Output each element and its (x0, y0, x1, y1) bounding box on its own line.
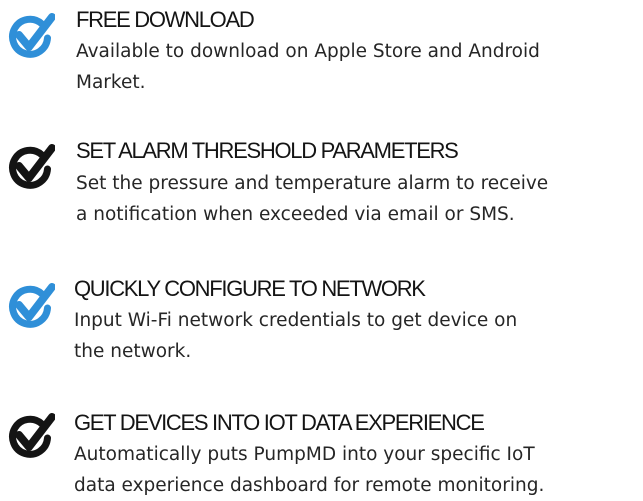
feature-title: QUICKLY CONFIGURE TO NETWORK (74, 276, 426, 301)
feature-title: GET DEVICES INTO IOT DATA EXPERIENCE (74, 410, 485, 435)
feature-description: Input Wi-Fi network credentials to get d… (74, 310, 518, 362)
check-circle-icon (7, 12, 55, 60)
feature-description: Automatically puts PumpMD into your spec… (74, 444, 545, 496)
feature-description: Available to download on Apple Store and… (76, 41, 540, 93)
feature-title: SET ALARM THRESHOLD PARAMETERS (76, 138, 459, 163)
check-circle-icon (7, 282, 55, 330)
check-circle-icon (7, 412, 55, 460)
feature-title: FREE DOWNLOAD (76, 7, 255, 32)
feature-description: Set the pressure and temperature alarm t… (76, 173, 549, 225)
check-circle-icon (7, 143, 55, 191)
